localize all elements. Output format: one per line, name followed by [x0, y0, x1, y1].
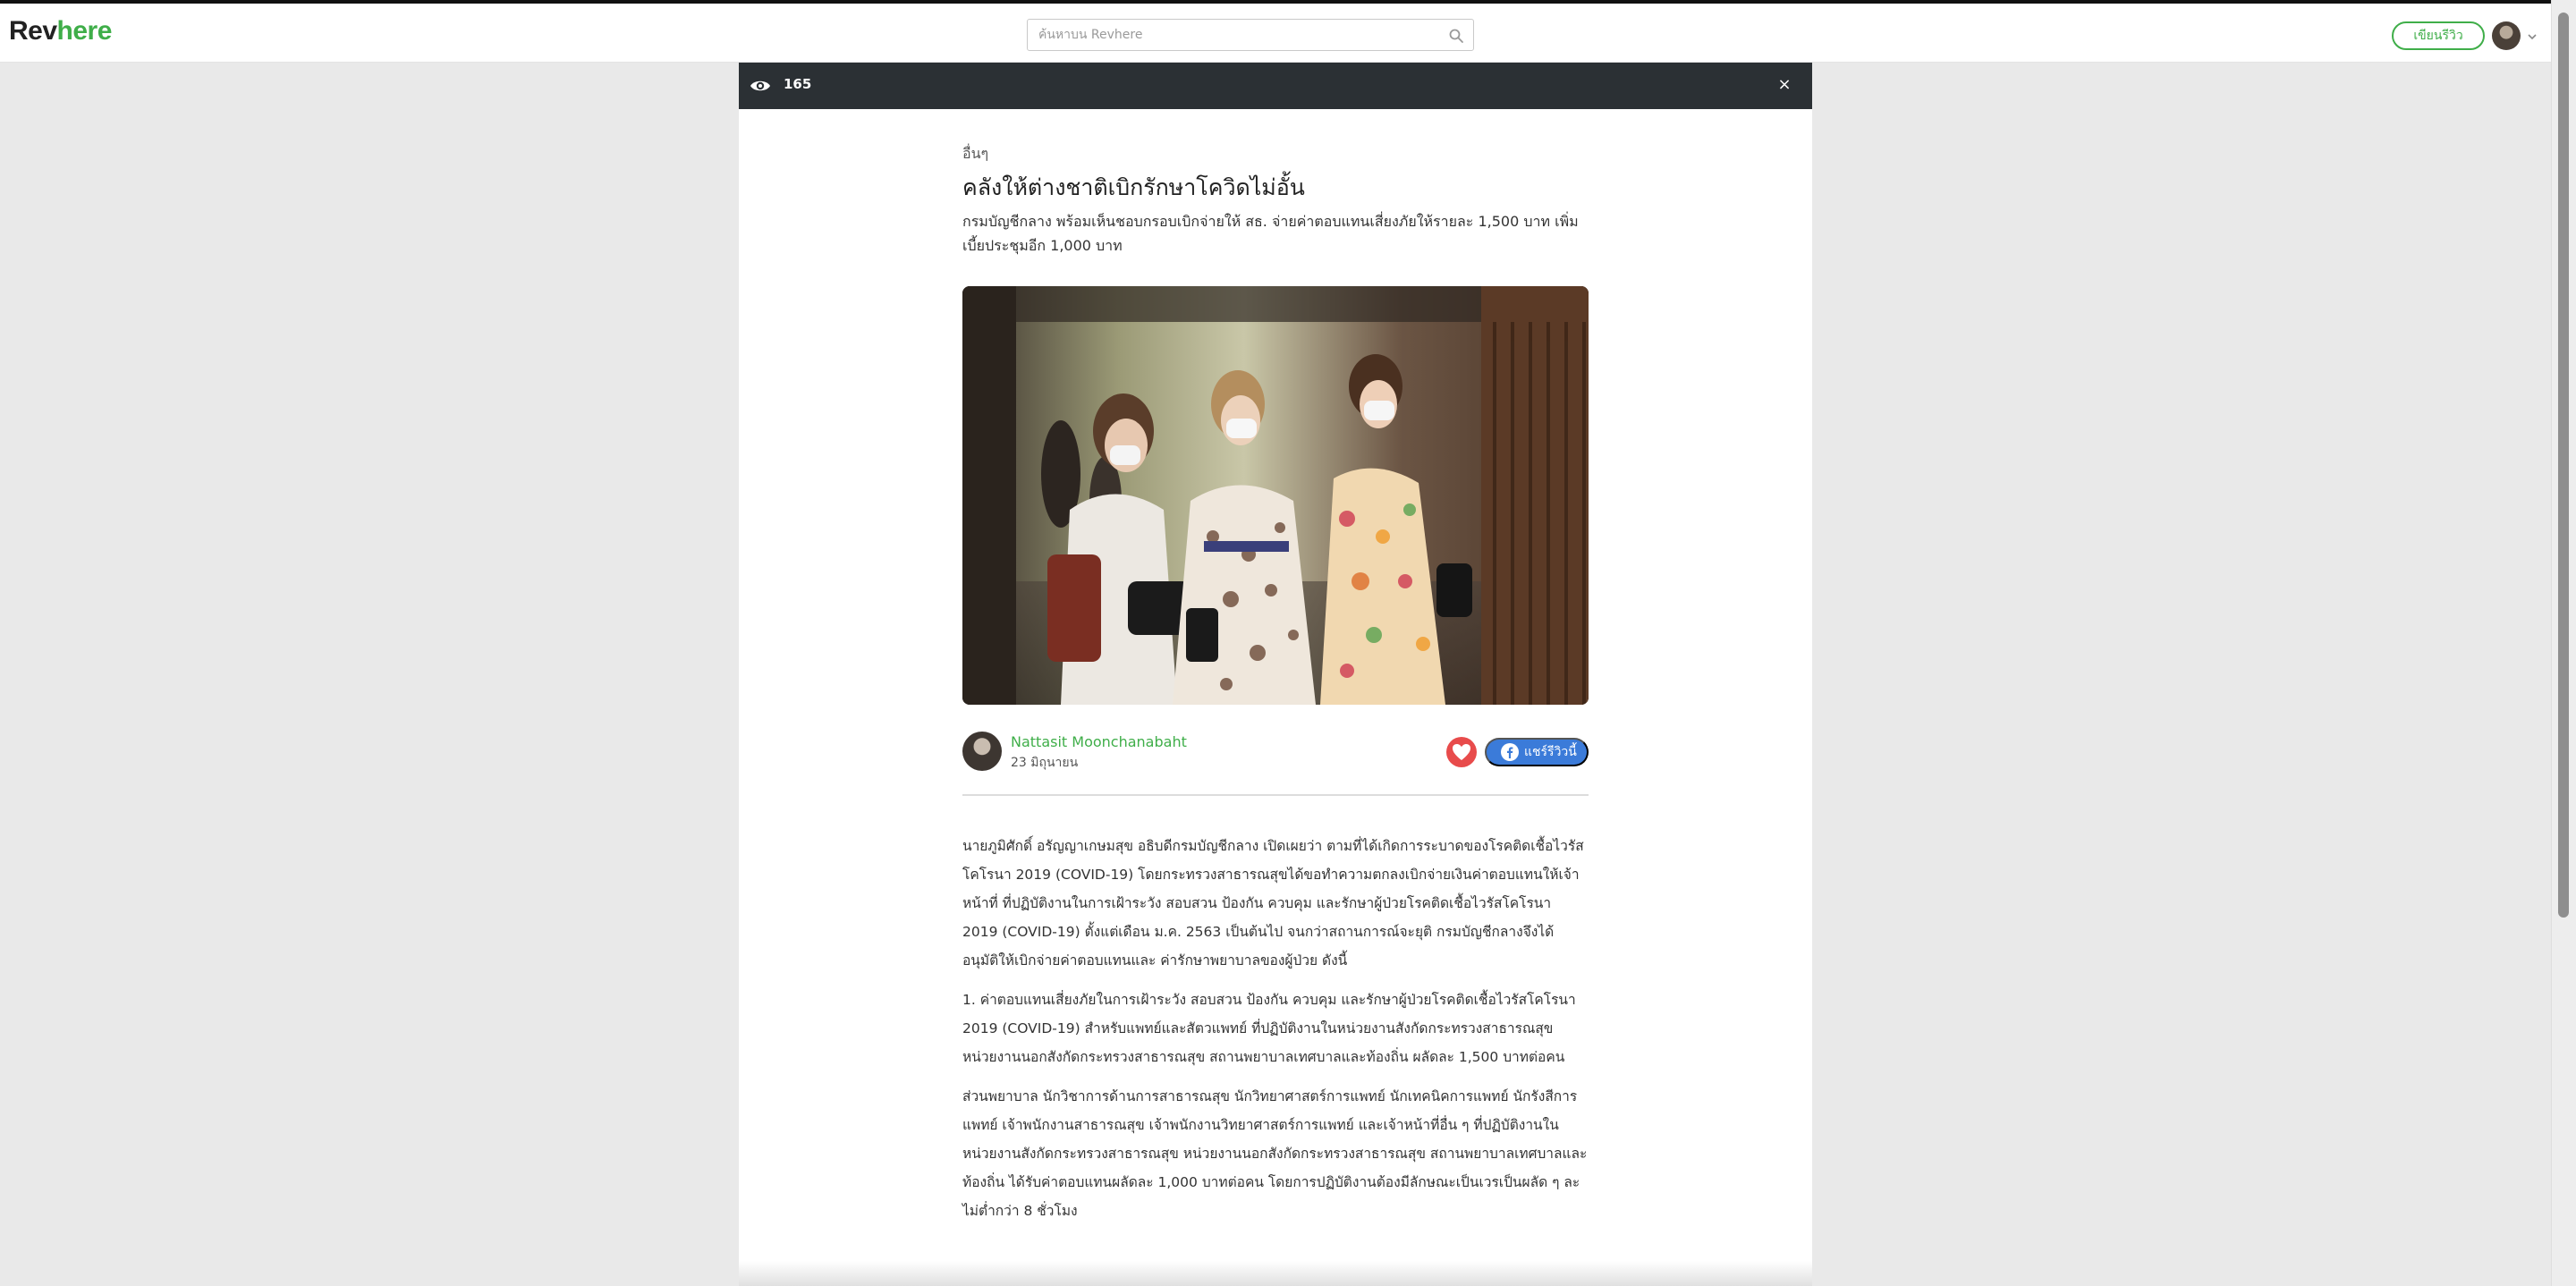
article-photo: [962, 286, 1589, 705]
share-label: แชร์รีวิวนี้: [1524, 744, 1577, 758]
article-modal: 165 × อื่นๆ คลังให้ต่างชาติเบิกรักษาโควิ…: [739, 63, 1812, 1286]
modal-top-bar: 165 ×: [739, 63, 1812, 109]
article-subtitle: กรมบัญชีกลาง พร้อมเห็นชอบกรอบเบิกจ่ายให้…: [962, 213, 1579, 254]
write-review-button[interactable]: เขียนรีวิว: [2392, 21, 2485, 50]
paragraph: ส่วนพยาบาล นักวิชาการด้านการสาธารณสุข นั…: [962, 1088, 1588, 1219]
post-date: 23 มิถุนายน: [1011, 756, 1079, 770]
author-avatar[interactable]: [962, 732, 1002, 771]
article-title: คลังให้ต่างชาติเบิกรักษาโควิดไม่อั้น: [962, 174, 1305, 200]
facebook-icon: [1501, 743, 1519, 761]
logo-text-rev: Rev: [9, 16, 57, 46]
author-row: Nattasit Moonchanabaht 23 มิถุนายน แชร์ร…: [962, 732, 1589, 773]
search-icon[interactable]: [1448, 28, 1464, 44]
bottom-shadow: [739, 1261, 1812, 1286]
article-body: นายภูมิศักดิ์ อรัญญาเกษมสุข อธิบดีกรมบัญ…: [962, 832, 1589, 1236]
eye-icon: [750, 80, 770, 91]
paragraph: 1. ค่าตอบแทนเสี่ยงภัยในการเฝ้าระวัง สอบส…: [962, 992, 1576, 1065]
like-button[interactable]: [1446, 737, 1477, 767]
article-category[interactable]: อื่นๆ: [962, 143, 988, 165]
search-box: [1027, 19, 1474, 51]
share-review-button[interactable]: แชร์รีวิวนี้: [1485, 738, 1589, 766]
photo-illustration: [962, 286, 1589, 705]
author-name-link[interactable]: Nattasit Moonchanabaht: [1011, 733, 1187, 750]
site-header: Revhere เขียนรีวิว: [0, 4, 2551, 63]
chevron-down-icon[interactable]: [2526, 30, 2538, 43]
divider: [962, 794, 1589, 796]
heart-icon: [1453, 744, 1470, 760]
view-count: 165: [784, 76, 812, 92]
search-input[interactable]: [1038, 25, 1432, 45]
scrollbar-thumb[interactable]: [2558, 13, 2569, 918]
user-avatar[interactable]: [2492, 21, 2521, 50]
site-logo[interactable]: Revhere: [9, 16, 112, 47]
close-icon[interactable]: ×: [1775, 75, 1794, 95]
logo-text-here: here: [56, 16, 113, 46]
paragraph: นายภูมิศักดิ์ อรัญญาเกษมสุข อธิบดีกรมบัญ…: [962, 838, 1584, 969]
